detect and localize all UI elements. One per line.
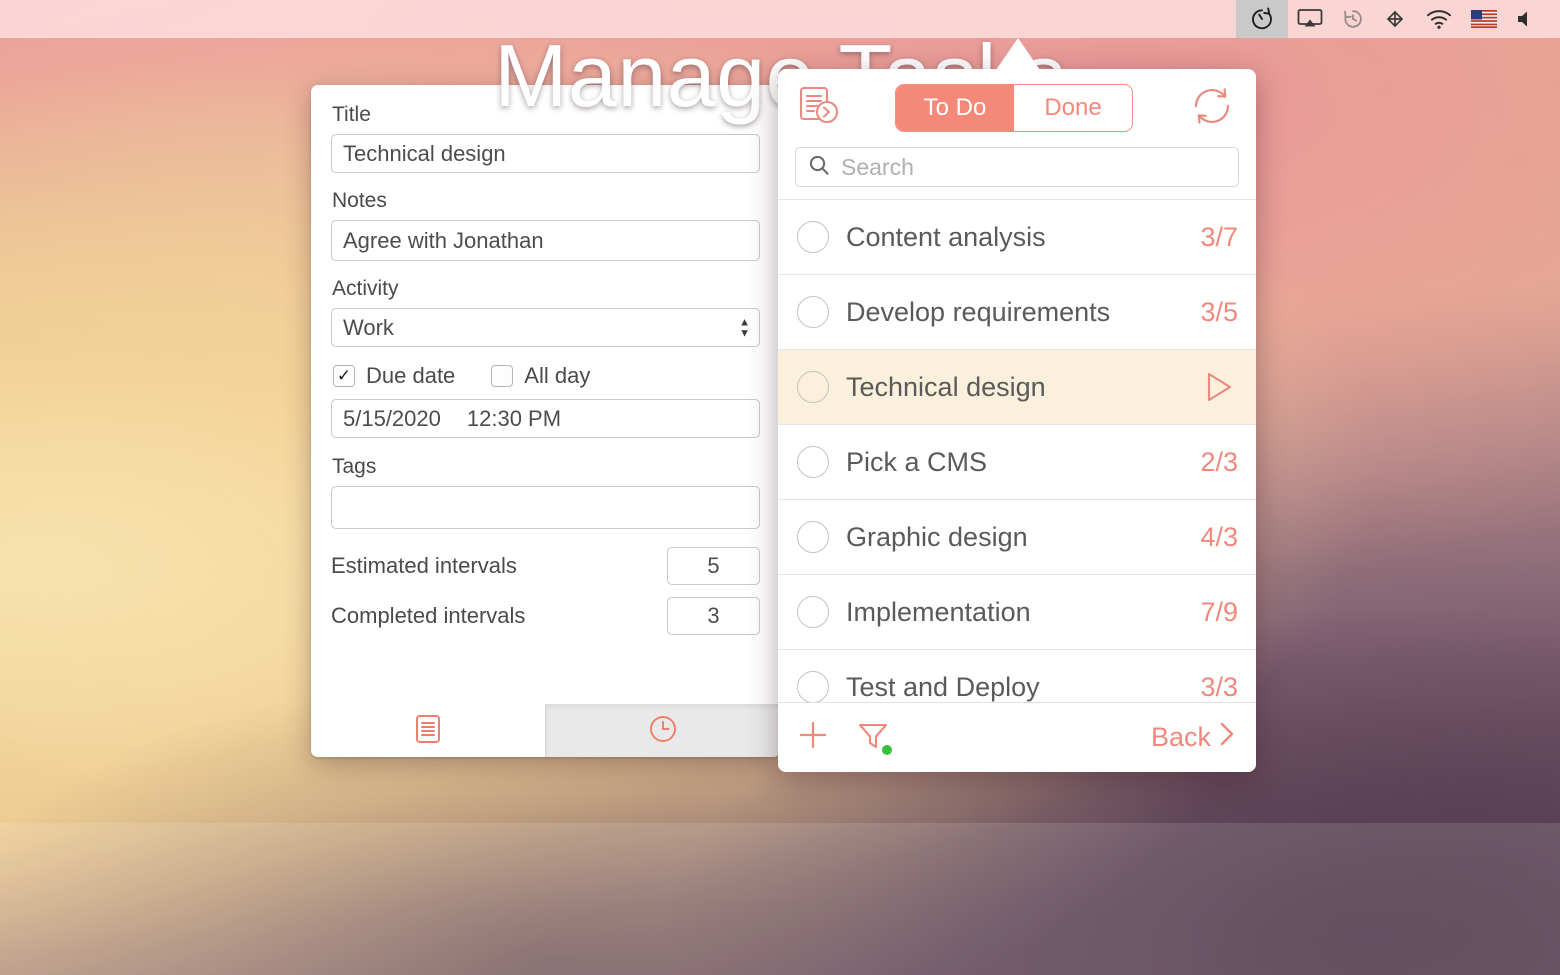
task-row[interactable]: Graphic design 4/3 xyxy=(778,499,1256,574)
popover-tail xyxy=(996,38,1040,70)
footer-actions xyxy=(796,718,892,757)
sync-refresh-icon xyxy=(1186,80,1238,137)
task-row[interactable]: Develop requirements 3/5 xyxy=(778,274,1256,349)
estimated-intervals-input[interactable]: 5 xyxy=(667,547,760,585)
notes-label: Notes xyxy=(332,189,387,212)
task-complete-circle-icon[interactable] xyxy=(797,521,829,553)
task-title: Develop requirements xyxy=(846,296,1111,327)
task-title: Test and Deploy xyxy=(846,671,1040,702)
filter-button[interactable] xyxy=(856,718,892,757)
tags-label: Tags xyxy=(332,455,377,478)
activity-select-value: Work xyxy=(343,314,394,340)
task-interval-count: 3/3 xyxy=(1200,671,1238,702)
tags-input[interactable] xyxy=(331,486,760,529)
chevron-right-icon xyxy=(1216,719,1238,756)
task-detail-panel: Title Technical design Notes Agree with … xyxy=(311,85,780,757)
task-row[interactable]: Content analysis 3/7 xyxy=(778,199,1256,274)
report-export-button[interactable] xyxy=(796,83,842,134)
search-input[interactable]: Search xyxy=(795,147,1239,187)
task-complete-circle-icon[interactable] xyxy=(797,671,829,703)
segment-todo[interactable]: To Do xyxy=(896,85,1014,131)
tab-history[interactable] xyxy=(545,705,780,757)
task-title: Implementation xyxy=(846,596,1031,627)
due-date-value: 5/15/2020 xyxy=(343,405,441,431)
task-complete-circle-icon[interactable] xyxy=(797,371,829,403)
popover-footer: Back xyxy=(778,702,1256,772)
all-day-label: All day xyxy=(524,363,591,388)
due-date-label: Due date xyxy=(366,363,456,388)
completed-intervals-input[interactable]: 3 xyxy=(667,597,760,635)
task-title: Content analysis xyxy=(846,221,1046,252)
chevron-updown-icon: ▲ ▼ xyxy=(739,316,750,339)
tab-details[interactable] xyxy=(311,704,545,757)
add-task-button[interactable] xyxy=(796,718,830,757)
plus-icon xyxy=(796,721,830,756)
task-complete-circle-icon[interactable] xyxy=(797,596,829,628)
estimated-intervals-label: Estimated intervals xyxy=(331,553,517,578)
search-area: Search xyxy=(778,147,1256,199)
search-icon xyxy=(808,154,830,181)
due-date-checkbox-row: ✓ Due date All day xyxy=(333,363,760,389)
activity-label: Activity xyxy=(332,277,399,300)
task-interval-count: 3/5 xyxy=(1200,296,1238,327)
task-row[interactable]: Pick a CMS 2/3 xyxy=(778,424,1256,499)
task-interval-count: 4/3 xyxy=(1200,521,1238,552)
due-time-value: 12:30 PM xyxy=(466,405,562,431)
estimated-intervals-row: Estimated intervals 5 xyxy=(331,547,760,585)
task-interval-count: 2/3 xyxy=(1200,446,1238,477)
start-timer-play-icon[interactable] xyxy=(1198,367,1238,407)
todo-done-segmented-control: To Do Done xyxy=(895,84,1133,132)
segment-done[interactable]: Done xyxy=(1014,85,1132,131)
task-title: Technical design xyxy=(846,371,1046,402)
notes-input[interactable]: Agree with Jonathan xyxy=(331,220,760,261)
task-interval-count: 3/7 xyxy=(1200,221,1238,252)
desktop-screenshot: Title Technical design Notes Agree with … xyxy=(0,0,1560,975)
task-list-popover: To Do Done Search Content analysis 3/7 D… xyxy=(778,69,1256,772)
completed-intervals-row: Completed intervals 3 xyxy=(331,597,760,635)
list-document-icon xyxy=(413,713,443,750)
task-title: Graphic design xyxy=(846,521,1028,552)
clock-icon xyxy=(647,713,679,750)
task-row-selected[interactable]: Technical design xyxy=(778,349,1256,424)
activity-select[interactable]: Work ▲ ▼ xyxy=(331,308,760,347)
sync-button[interactable] xyxy=(1186,80,1238,137)
task-interval-count: 7/9 xyxy=(1200,596,1238,627)
task-row[interactable]: Implementation 7/9 xyxy=(778,574,1256,649)
filter-active-dot-icon xyxy=(882,745,892,755)
due-date-field[interactable]: 5/15/2020 12:30 PM xyxy=(331,399,760,438)
back-button[interactable]: Back xyxy=(1151,719,1238,756)
all-day-checkbox[interactable] xyxy=(491,365,514,387)
due-date-checkbox[interactable]: ✓ xyxy=(333,365,355,387)
popover-header: To Do Done xyxy=(778,69,1256,147)
task-complete-circle-icon[interactable] xyxy=(797,296,829,328)
task-complete-circle-icon[interactable] xyxy=(797,446,829,478)
caption-band xyxy=(0,823,1560,975)
task-complete-circle-icon[interactable] xyxy=(797,221,829,253)
detail-tab-bar xyxy=(311,704,780,757)
task-title: Pick a CMS xyxy=(846,446,988,477)
completed-intervals-label: Completed intervals xyxy=(331,603,526,628)
task-detail-form: Title Technical design Notes Agree with … xyxy=(311,85,780,635)
search-placeholder: Search xyxy=(841,153,914,180)
task-list: Content analysis 3/7 Develop requirement… xyxy=(778,199,1256,724)
document-export-icon xyxy=(796,83,842,134)
back-label: Back xyxy=(1150,722,1211,752)
